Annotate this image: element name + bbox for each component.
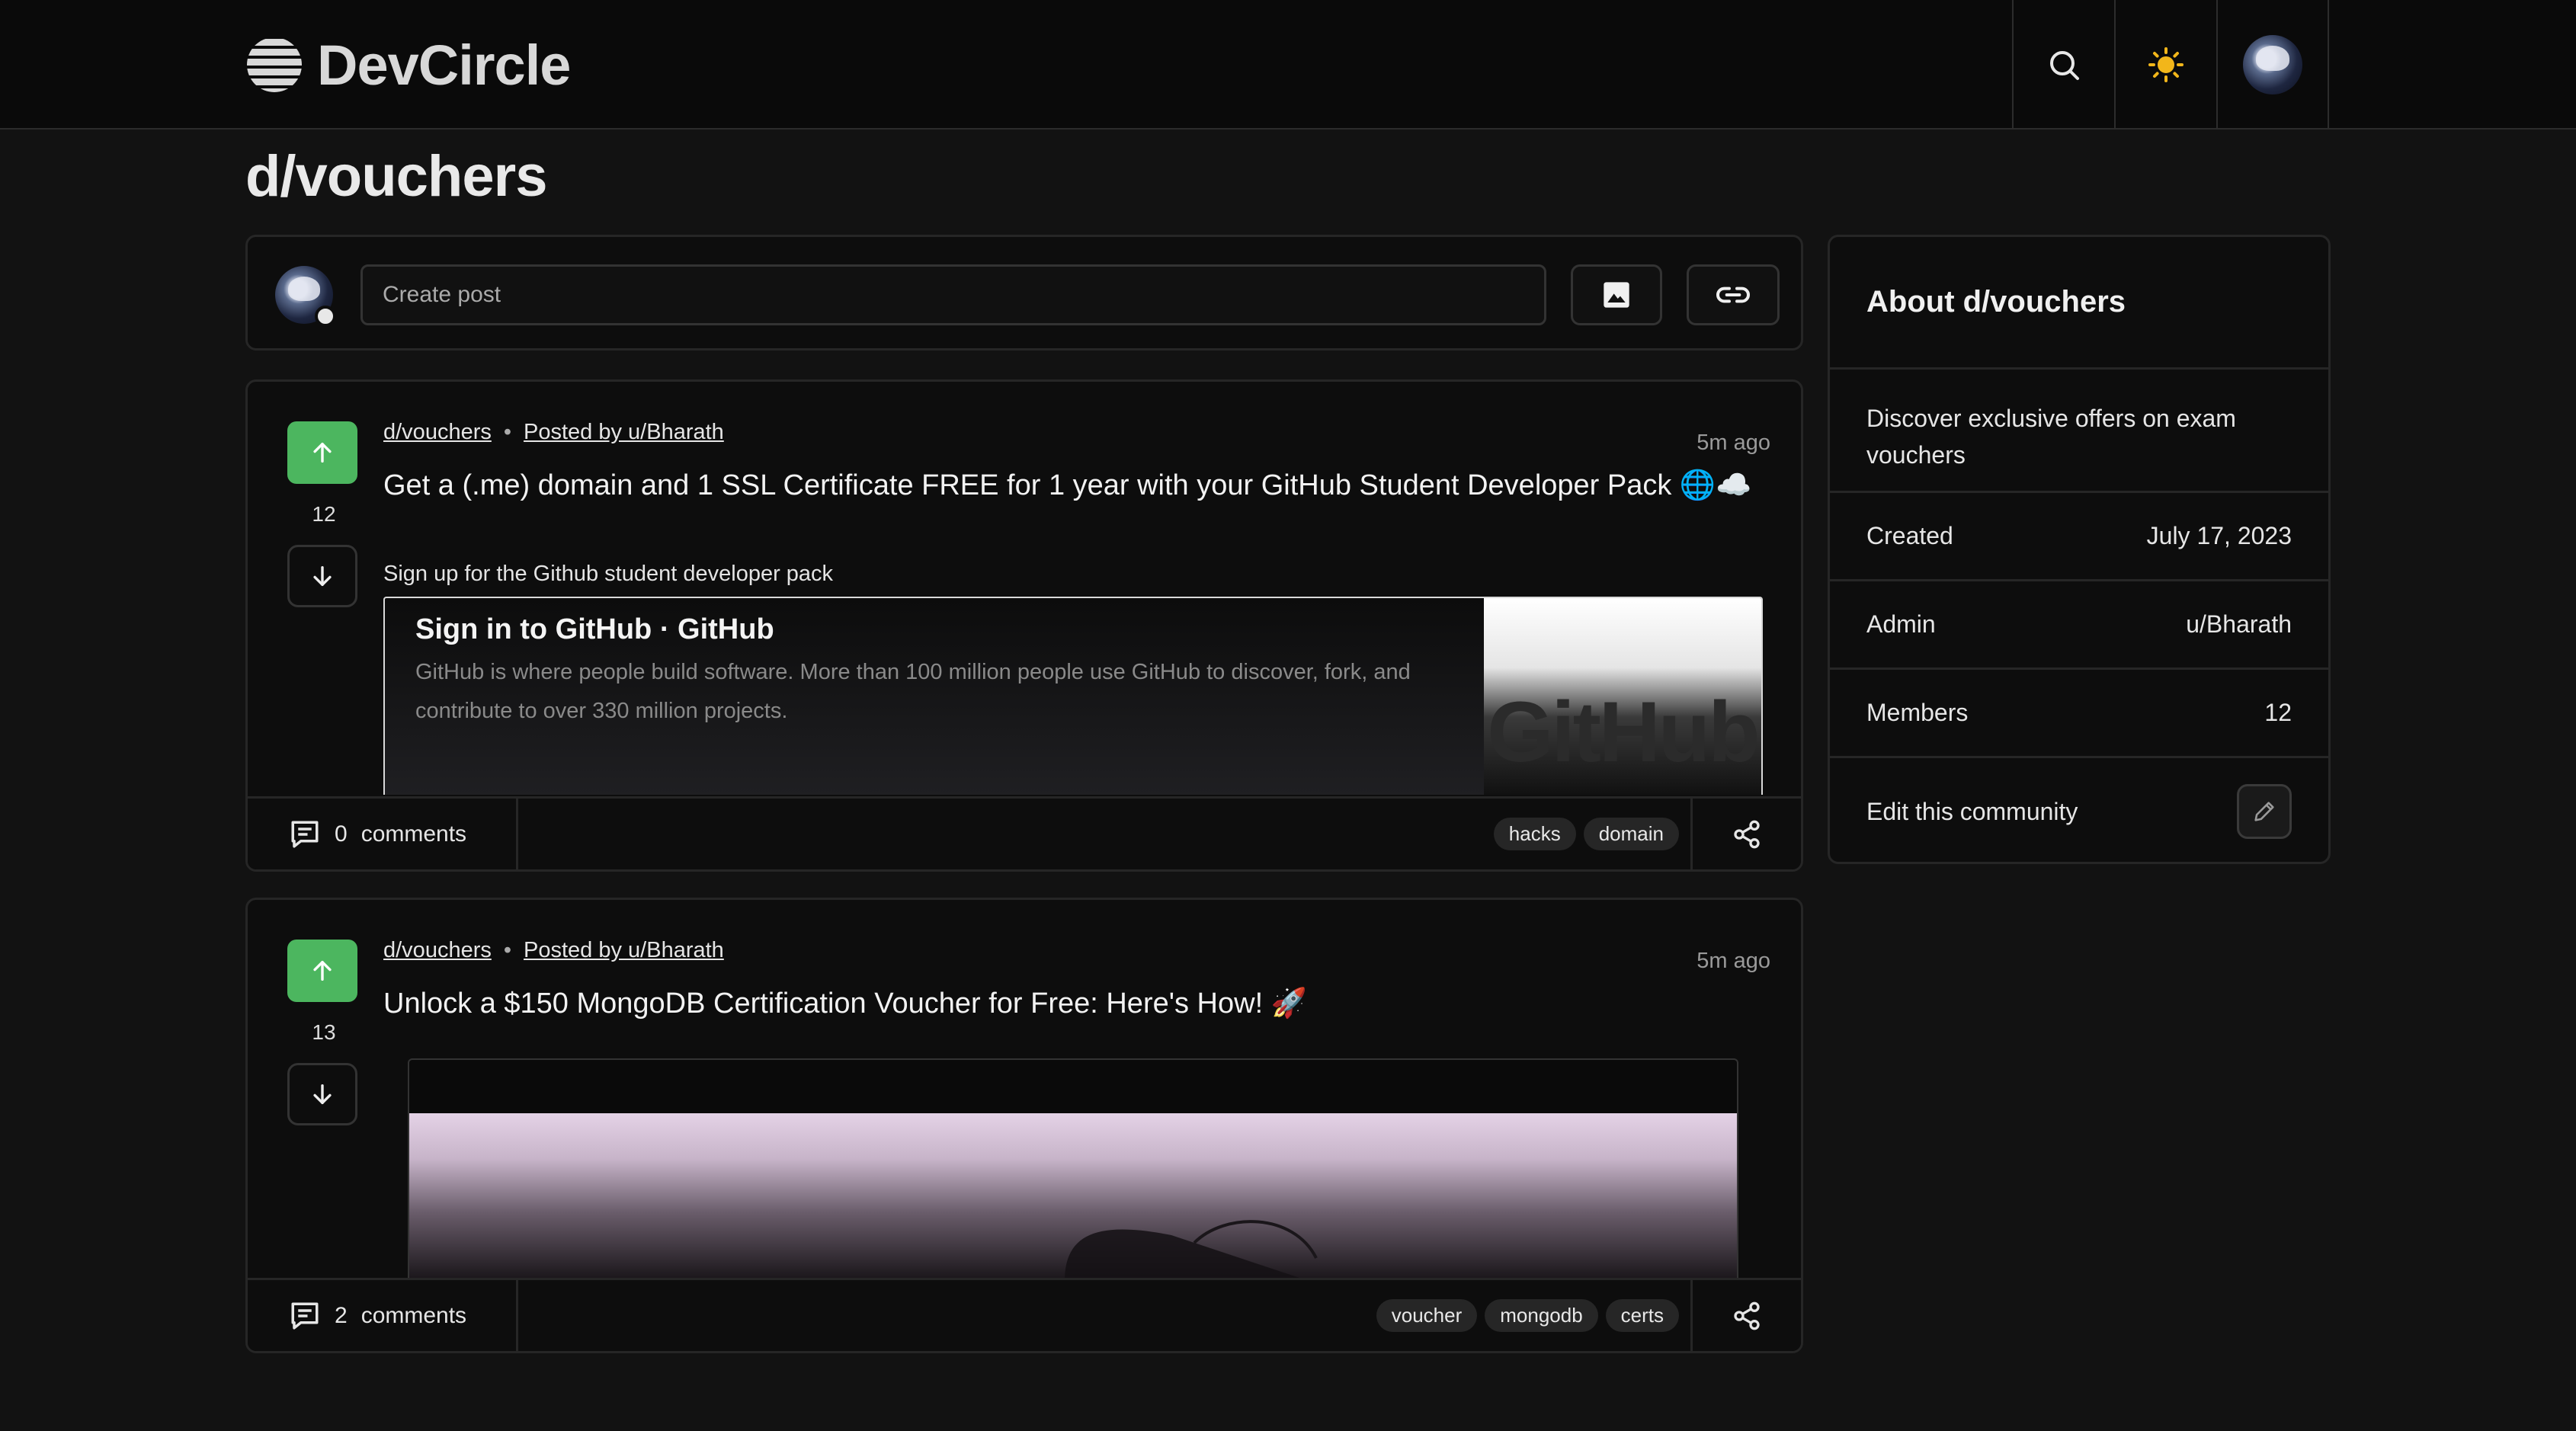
- about-title: About d/vouchers: [1830, 237, 2328, 370]
- about-row-admin: Admin u/Bharath: [1830, 581, 2328, 670]
- post-meta: d/vouchers • Posted by u/Bharath: [383, 938, 724, 963]
- about-row-label: Admin: [1866, 610, 1936, 638]
- share-button[interactable]: [1693, 1280, 1801, 1351]
- meta-separator: •: [503, 938, 512, 962]
- arrow-up-icon: [313, 442, 332, 463]
- arrow-down-icon: [313, 565, 332, 587]
- upvote-button[interactable]: [287, 421, 357, 484]
- comments-label: comments: [360, 1302, 467, 1328]
- add-link-button[interactable]: [1687, 264, 1780, 325]
- about-community-card: About d/vouchers Discover exclusive offe…: [1828, 235, 2331, 864]
- create-post-card: Create post: [245, 235, 1803, 351]
- vote-count: 13: [312, 1020, 336, 1044]
- author-link[interactable]: Posted by u/Bharath: [524, 420, 724, 444]
- about-row-label: Created: [1866, 522, 1953, 549]
- comments-button[interactable]: 2 comments: [289, 1280, 466, 1351]
- page-title: d/vouchers: [245, 144, 547, 209]
- share-icon: [1734, 1301, 1760, 1330]
- online-status-dot: [315, 306, 336, 327]
- post-card[interactable]: 13 d/vouchers • Posted by u/Bharath 5m ago…: [245, 898, 1803, 1353]
- theme-toggle-button[interactable]: [2114, 0, 2216, 130]
- about-description: Discover exclusive offers on exam vouche…: [1830, 370, 2328, 493]
- about-row-label: Members: [1866, 699, 1969, 726]
- stacked-circle-logo-icon: [247, 39, 302, 92]
- meta-separator: •: [503, 420, 512, 444]
- comment-icon: [291, 821, 319, 847]
- post-title[interactable]: Get a (.me) domain and 1 SSL Certificate…: [383, 467, 1755, 504]
- tag-list: voucher mongodb certs: [1376, 1280, 1679, 1351]
- comment-icon: [291, 1302, 319, 1329]
- about-row-value: 12: [2264, 699, 2292, 726]
- search-icon: [2050, 51, 2079, 80]
- post-image[interactable]: [408, 1058, 1738, 1279]
- brand-logo[interactable]: DevCircle: [245, 32, 571, 98]
- about-row-value: July 17, 2023: [2146, 522, 2292, 549]
- about-row-members: Members 12: [1830, 670, 2328, 758]
- arrow-down-icon: [313, 1084, 332, 1105]
- post-time: 5m ago: [1697, 431, 1770, 455]
- vote-controls: 13: [287, 940, 360, 1125]
- community-link[interactable]: d/vouchers: [383, 938, 492, 962]
- brand-name: DevCircle: [317, 33, 571, 97]
- downvote-button[interactable]: [287, 1063, 357, 1125]
- share-button[interactable]: [1693, 799, 1801, 869]
- share-icon: [1734, 820, 1760, 848]
- post-card[interactable]: 12 d/vouchers • Posted by u/Bharath 5m ago…: [245, 379, 1803, 872]
- post-description: Sign up for the Github student developer…: [383, 562, 834, 586]
- comments-count: 2: [335, 1302, 348, 1328]
- link-preview-description: GitHub is where people build software. M…: [415, 660, 1411, 723]
- edit-community-button[interactable]: [2237, 784, 2292, 839]
- tag[interactable]: hacks: [1493, 818, 1576, 850]
- comments-button[interactable]: 0 comments: [289, 799, 466, 869]
- tag[interactable]: certs: [1605, 1299, 1679, 1332]
- image-icon: [1604, 282, 1629, 308]
- pencil-icon: [2254, 802, 2274, 821]
- post-image-graphic: [1065, 1220, 1318, 1279]
- about-row-edit: Edit this community: [1830, 758, 2328, 862]
- top-navbar: DevCircle: [0, 0, 2576, 130]
- user-avatar: [2243, 35, 2302, 94]
- footer-divider: [516, 799, 518, 869]
- post-footer: 2 comments voucher mongodb certs: [248, 1278, 1801, 1351]
- edit-community-label: Edit this community: [1866, 797, 2078, 825]
- about-row-value: u/Bharath: [2186, 610, 2292, 638]
- search-button[interactable]: [2012, 0, 2114, 130]
- link-preview-title: Sign in to GitHub · GitHub: [415, 613, 774, 645]
- tag[interactable]: voucher: [1376, 1299, 1478, 1332]
- add-image-button[interactable]: [1571, 264, 1662, 325]
- post-time: 5m ago: [1697, 949, 1770, 973]
- github-wordmark: GitHub: [1487, 684, 1760, 780]
- arrow-up-icon: [313, 960, 332, 981]
- vote-controls: 12: [287, 421, 360, 607]
- post-footer: 0 comments hacks domain: [248, 796, 1801, 869]
- upvote-button[interactable]: [287, 940, 357, 1002]
- vote-count: 12: [312, 502, 336, 526]
- link-icon: [1716, 287, 1750, 303]
- link-preview[interactable]: Sign in to GitHub · GitHub GitHub is whe…: [383, 597, 1763, 795]
- footer-divider: [516, 1280, 518, 1351]
- comments-label: comments: [360, 821, 467, 847]
- post-title[interactable]: Unlock a $150 MongoDB Certification Vouc…: [383, 985, 1755, 1022]
- profile-menu-button[interactable]: [2216, 0, 2329, 130]
- community-link[interactable]: d/vouchers: [383, 420, 492, 444]
- sun-icon: [2148, 47, 2184, 82]
- link-preview-image: GitHub: [1484, 598, 1761, 795]
- tag[interactable]: mongodb: [1485, 1299, 1598, 1332]
- about-row-created: Created July 17, 2023: [1830, 493, 2328, 581]
- create-post-input[interactable]: Create post: [360, 264, 1546, 325]
- author-link[interactable]: Posted by u/Bharath: [524, 938, 724, 962]
- post-meta: d/vouchers • Posted by u/Bharath: [383, 420, 724, 445]
- tag[interactable]: domain: [1583, 818, 1679, 850]
- comments-count: 0: [335, 821, 348, 847]
- tag-list: hacks domain: [1493, 799, 1679, 869]
- downvote-button[interactable]: [287, 545, 357, 607]
